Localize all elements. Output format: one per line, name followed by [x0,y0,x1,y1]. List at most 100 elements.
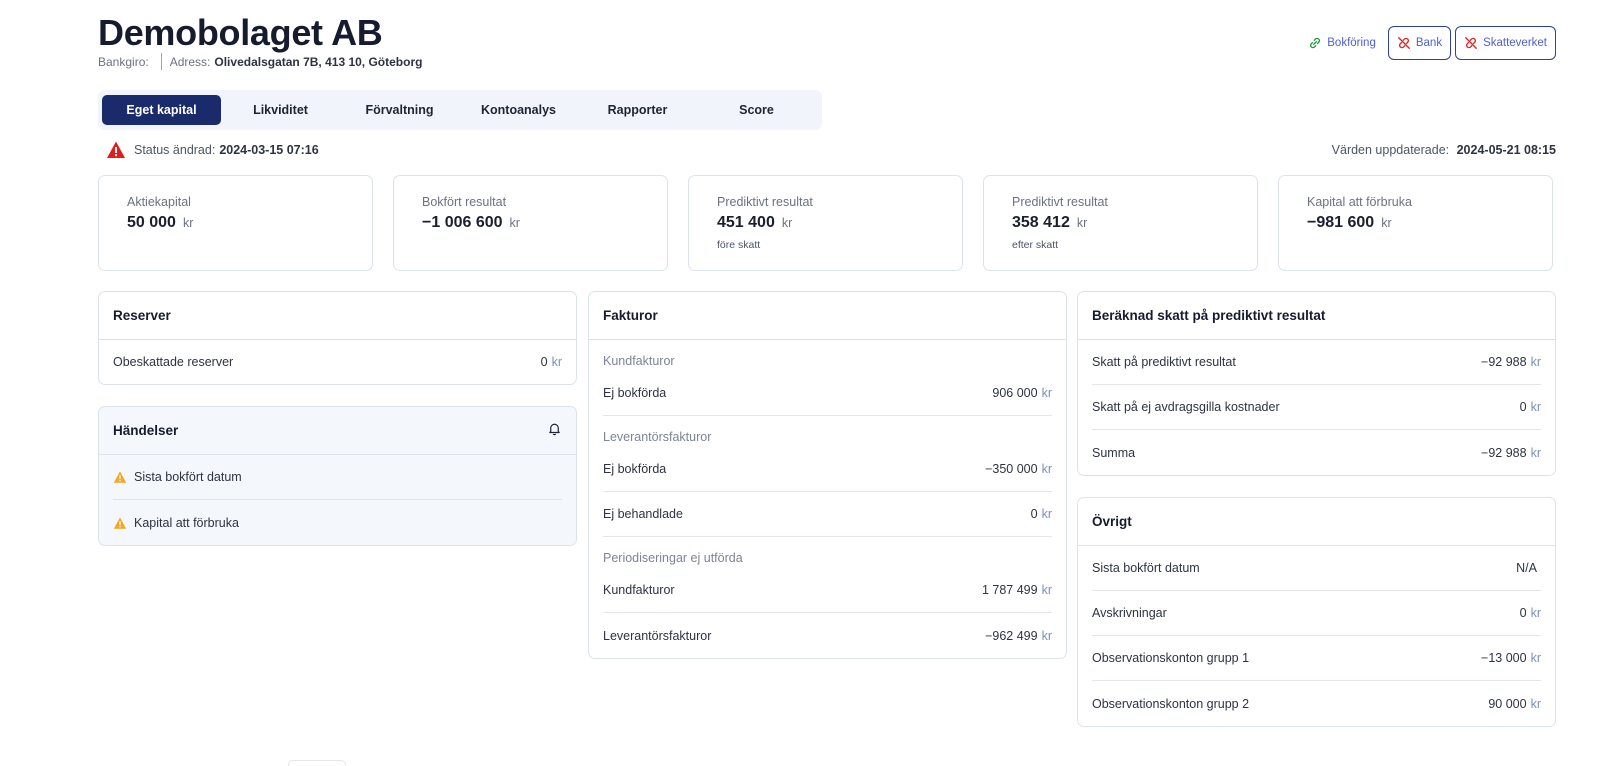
tab-likviditet[interactable]: Likviditet [221,95,340,125]
panel-title: Fakturor [603,308,658,323]
integration-skatteverket[interactable]: Skatteverket [1455,26,1556,60]
row-value: N/A [1516,561,1537,575]
panel-body: Skatt på prediktivt resultat −92 988 kr S… [1078,340,1555,475]
kpi-aktiekapital: Aktiekapital 50 000 kr [98,175,373,271]
row-label: Obeskattade reserver [113,355,234,369]
row-label: Observationskonton grupp 1 [1092,651,1250,665]
warning-icon [113,471,127,483]
kpi-label: Prediktivt resultat [717,195,813,209]
row-amount: 90 000 kr [1488,697,1541,711]
kpi-value: 50 000 [127,214,176,231]
broken-link-icon [1397,37,1410,49]
kpi-note: före skatt [717,239,761,251]
row-value: −92 988 [1481,355,1527,369]
row-unit: kr [551,355,562,369]
kpi-kapital-att-forbruka: Kapital att förbruka −981 600 kr [1278,175,1553,271]
row-value: 90 000 [1488,696,1527,711]
integrations-bar: Bokföring Bank Skatteverket [1300,26,1556,60]
address-value: Olivedalsgatan 7B, 413 10, Göteborg [214,54,423,69]
kpi-value: −981 600 [1307,214,1375,231]
kpi-value-row: −1 006 600 kr [422,214,639,232]
row-label: Skatt på ej avdragsgilla kostnader [1092,400,1280,414]
row-label: Skatt på prediktivt resultat [1092,355,1236,369]
table-row: Skatt på prediktivt resultat −92 988 kr [1092,340,1541,385]
panel-header: Övrigt [1078,498,1555,546]
section-periodiseringar: Periodiseringar ej utförda [603,551,743,565]
row-label: Ej bokförda [603,462,667,476]
kpi-value: 451 400 [717,214,775,231]
table-row: Avskrivningar 0 kr [1092,591,1541,636]
table-row: Observationskonton grupp 2 90 000 kr [1092,681,1541,726]
row-label: Sista bokfört datum [1092,561,1200,575]
table-row: Summa −92 988 kr [1092,430,1541,475]
table-row: Ej bokförda −350 000 kr [603,447,1052,492]
bell-icon[interactable] [547,421,562,441]
warning-icon [113,516,127,529]
row-amount: 0 kr [1031,507,1052,521]
integration-bokforing[interactable]: Bokföring [1300,26,1384,60]
tab-rapporter[interactable]: Rapporter [578,95,697,125]
row-value: 0 [1519,400,1527,414]
kpi-label: Prediktivt resultat [1012,195,1108,209]
panel-ovrigt: Övrigt Sista bokfört datum N/A Avskrivni… [1077,497,1556,727]
footer-tab-stub [288,760,346,766]
panel-header: Händelser [99,407,576,455]
row-unit: kr [1530,696,1541,711]
table-row: Ej bokförda 906 000 kr [603,371,1052,416]
kpi-prediktivt-efter-skatt: Prediktivt resultat 358 412 kr efter ska… [983,175,1258,271]
kpi-value-row: 358 412 kr [1012,214,1229,232]
row-unit: kr [1530,651,1541,665]
row-unit: kr [1041,583,1052,597]
row-label: Observationskonton grupp 2 [1092,696,1250,711]
panel-header: Beräknad skatt på prediktivt resultat [1078,292,1555,340]
list-item[interactable]: Sista bokfört datum [113,455,562,500]
row-label: Leverantörsfakturor [603,628,712,643]
row-label: Ej behandlade [603,507,683,521]
kpi-cards: Aktiekapital 50 000 kr Bokfört resultat … [98,175,1556,271]
updated-value: 2024-05-21 08:15 [1456,143,1556,157]
section-leverantorsfakturor: Leverantörsfakturor [603,430,712,444]
panel-body: Sista bokfört datum Kapital att förbruka [99,455,576,545]
tab-eget-kapital[interactable]: Eget kapital [102,95,221,125]
address-label: Adress: [169,54,211,69]
row-amount: 906 000 kr [992,386,1052,400]
integration-bank[interactable]: Bank [1387,26,1452,60]
list-item[interactable]: Kapital att förbruka [113,500,562,545]
row-label: Avskrivningar [1092,606,1167,620]
kpi-value-row: 451 400 kr [717,214,934,232]
kpi-value: −1 006 600 [422,214,503,231]
integration-label: Bokföring [1327,37,1376,49]
row-value: −962 499 [985,628,1038,643]
panel-title: Övrigt [1092,514,1132,529]
tab-score[interactable]: Score [697,95,816,125]
status-label: Status ändrad: [134,143,216,157]
row-unit: kr [1041,507,1052,521]
row-amount: −92 988 kr [1481,446,1541,460]
company-meta: Bankgiro: Adress: Olivedalsgatan 7B, 413… [98,53,422,70]
panel-reserver: Reserver Obeskattade reserver 0 kr [98,291,577,385]
row-amount: N/A [1516,561,1541,575]
tab-forvaltning[interactable]: Förvaltning [340,95,459,125]
row-amount: 0 kr [1520,400,1541,414]
panel-body: Sista bokfört datum N/A Avskrivningar 0k… [1078,546,1555,726]
event-label: Sista bokfört datum [134,470,242,484]
tab-kontoanalys[interactable]: Kontoanalys [459,95,578,125]
row-value: 906 000 [992,386,1038,400]
table-row: Obeskattade reserver 0 kr [113,340,562,384]
row-amount: 0 kr [1520,606,1541,620]
row-amount: −92 988 kr [1481,355,1541,369]
status-changed: Status ändrad: 2024-03-15 07:16 [106,140,319,160]
values-updated: Värden uppdaterade: 2024-05-21 08:15 [1332,143,1556,157]
kpi-label: Bokfört resultat [422,195,507,209]
kpi-value-row: −981 600 kr [1307,214,1524,232]
table-row: Sista bokfört datum N/A [1092,546,1541,591]
kpi-label: Aktiekapital [127,195,191,209]
row-unit: kr [1530,606,1541,620]
kpi-prediktivt-fore-skatt: Prediktivt resultat 451 400 kr före skat… [688,175,963,271]
table-row: Kundfakturor 1 787 499 kr [603,568,1052,613]
kpi-label: Kapital att förbruka [1307,195,1412,209]
kpi-unit: kr [509,216,520,230]
row-unit: kr [1530,400,1541,414]
panel-header: Fakturor [589,292,1066,340]
row-unit: kr [1041,462,1052,476]
